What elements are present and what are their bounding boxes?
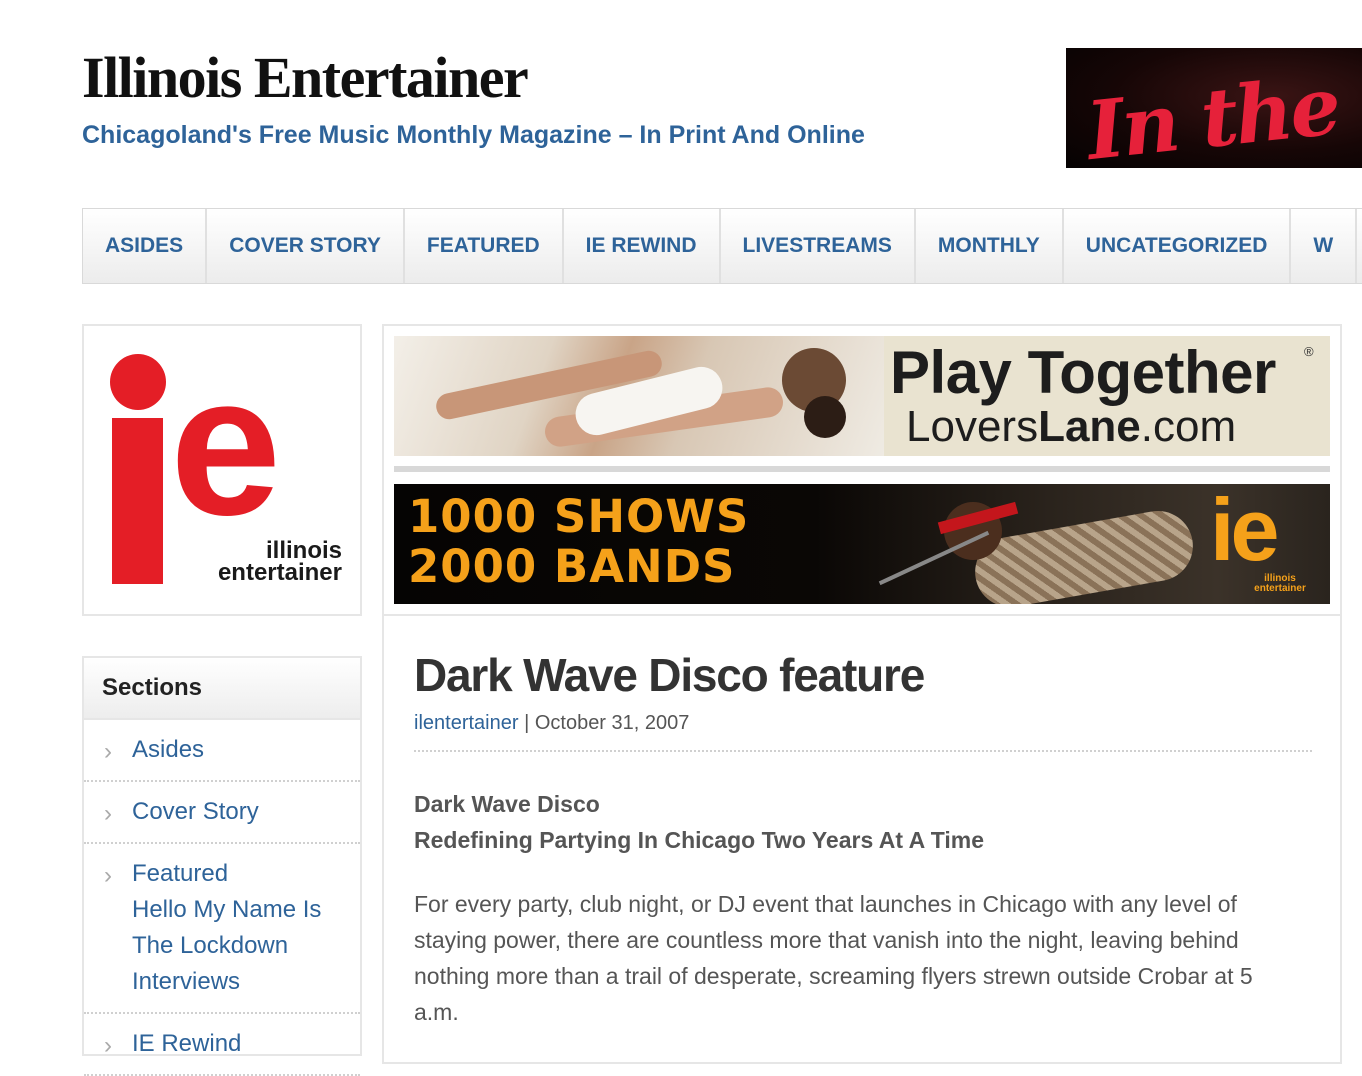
post-title[interactable]: Dark Wave Disco feature <box>414 648 925 702</box>
sidebar-item-featured: › Featured Hello My Name Is The Lockdown… <box>84 844 360 1014</box>
ad-ie-logo: ie <box>1210 484 1279 579</box>
main-content: Play Together ® LoversLane.com 1000 SHOW… <box>382 324 1342 1064</box>
sidebar-item-asides: › Asides <box>84 720 360 782</box>
ad-url-part-3: .com <box>1140 402 1237 451</box>
nav-item-monthly[interactable]: MONTHLY <box>916 209 1064 283</box>
ad-url-part-1: Lovers <box>906 402 1039 451</box>
ad-url-part-2: Lane <box>1038 402 1141 451</box>
sections-widget: Sections › Asides › Cover Story › Featur… <box>82 656 362 1076</box>
logo-wordmark: illinois entertainer <box>172 539 342 586</box>
post-body-paragraph: For every party, club night, or DJ event… <box>414 891 1253 1025</box>
post-author-link[interactable]: ilentertainer <box>414 712 519 734</box>
content-separator <box>382 614 1342 616</box>
ie-logo[interactable]: e illinois entertainer <box>82 324 362 616</box>
ad-line-2: 2000 BANDS <box>408 540 736 593</box>
post-date: October 31, 2007 <box>534 712 690 734</box>
ie-shows-banner-ad[interactable]: 1000 SHOWS 2000 BANDS ie illinois entert… <box>394 484 1330 604</box>
subheading-line-2: Redefining Partying In Chicago Two Years… <box>414 827 984 853</box>
post-subheading: Dark Wave Disco Redefining Partying In C… <box>414 786 1314 858</box>
chevron-right-icon: › <box>104 800 112 827</box>
main-nav: ASIDES COVER STORY FEATURED IE REWIND LI… <box>82 208 1362 284</box>
logo-letter-e: e <box>170 334 281 557</box>
ad-headline: Play Together <box>890 339 1276 406</box>
logo-i-stem <box>112 418 163 584</box>
ad-photo <box>394 336 884 456</box>
meta-divider <box>414 750 1312 752</box>
registered-mark: ® <box>1304 344 1314 359</box>
nav-item-ie-rewind[interactable]: IE REWIND <box>564 209 721 283</box>
nav-item-asides[interactable]: ASIDES <box>83 209 208 283</box>
ad-singer-photo <box>878 484 1204 604</box>
logo-line-2: entertainer <box>217 559 342 586</box>
subheading-line-1: Dark Wave Disco <box>414 791 600 817</box>
ad-url: LoversLane.com <box>906 402 1236 452</box>
sidebar-item-cover-story: › Cover Story <box>84 782 360 844</box>
chevron-right-icon: › <box>104 738 112 765</box>
sidebar-link-ie-rewind[interactable]: IE Rewind <box>132 1026 350 1062</box>
sections-heading: Sections <box>84 658 360 720</box>
post-meta: ilentertainer | October 31, 2007 <box>414 712 689 735</box>
ad-line-1: 1000 SHOWS <box>408 490 750 543</box>
nav-item-truncated[interactable]: W <box>1291 209 1358 283</box>
sidebar-item-ie-rewind: › IE Rewind <box>84 1014 360 1076</box>
nav-item-cover-story[interactable]: COVER STORY <box>207 209 405 283</box>
sidebar-link-the-lockdown[interactable]: The Lockdown <box>132 928 350 964</box>
chevron-right-icon: › <box>104 862 112 889</box>
logo-i-dot <box>110 354 166 410</box>
meta-separator: | <box>518 712 535 734</box>
loverslane-banner-ad[interactable]: Play Together ® LoversLane.com <box>394 336 1330 456</box>
header-ad-text: In the Flesh <box>1082 48 1362 168</box>
nav-item-livestreams[interactable]: LIVESTREAMS <box>721 209 916 283</box>
nav-item-uncategorized[interactable]: UNCATEGORIZED <box>1064 209 1292 283</box>
chevron-right-icon: › <box>104 1032 112 1059</box>
sidebar-link-hello-my-name-is[interactable]: Hello My Name Is <box>132 892 350 928</box>
sidebar-link-interviews[interactable]: Interviews <box>132 964 350 1000</box>
sidebar-link-asides[interactable]: Asides <box>132 732 350 768</box>
nav-item-featured[interactable]: FEATURED <box>405 209 564 283</box>
sidebar-link-featured[interactable]: Featured <box>132 856 350 892</box>
header-banner-ad[interactable]: In the Flesh <box>1066 48 1362 168</box>
site-tagline: Chicagoland's Free Music Monthly Magazin… <box>82 121 865 149</box>
sidebar-link-cover-story[interactable]: Cover Story <box>132 794 350 830</box>
ad-divider <box>394 466 1330 472</box>
ad-ie-logo-text: illinois entertainer <box>1254 573 1306 594</box>
site-title[interactable]: Illinois Entertainer <box>82 44 529 111</box>
